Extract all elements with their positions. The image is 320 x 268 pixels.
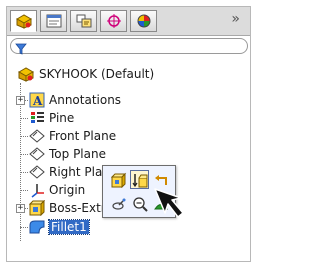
tree-item-material[interactable]: Pine (29, 109, 74, 127)
extrude-icon (29, 200, 45, 216)
tree-connector (20, 172, 28, 173)
tree-item-front-plane[interactable]: Front Plane (29, 127, 116, 145)
plane-icon (29, 147, 45, 161)
tree-item-label: Origin (49, 183, 86, 197)
edit-sketch-button[interactable] (130, 170, 149, 189)
mouse-pointer-icon (154, 188, 184, 218)
origin-icon (31, 184, 44, 198)
tab-propertymanager[interactable] (40, 10, 67, 32)
tree-connector (20, 227, 28, 228)
annotations-icon: A (29, 92, 45, 108)
tree-connector (20, 154, 28, 155)
plane-icon (29, 129, 45, 143)
tab-configurationmanager[interactable] (70, 10, 97, 32)
appearance-icon (111, 197, 126, 210)
tree-item-label: Pine (49, 111, 75, 125)
tab-displaymanager[interactable] (130, 10, 157, 32)
propertymanager-icon (46, 14, 61, 28)
edit-feature-icon (110, 172, 126, 188)
configurationmanager-icon (76, 14, 91, 28)
dimxpertmanager-icon (106, 14, 121, 28)
tree-connector (20, 190, 28, 191)
svg-text:A: A (32, 94, 43, 108)
tree-item-label: Front Plane (49, 129, 117, 143)
more-tabs-button[interactable]: » (231, 11, 240, 27)
filter-icon (15, 40, 27, 59)
tree-item-annotations[interactable]: A Annotations (29, 91, 121, 109)
zoom-to-selection-icon (132, 196, 148, 212)
tab-dimxpertmanager[interactable] (100, 10, 127, 32)
tree-item-fillet[interactable]: Fillet1 (29, 218, 90, 236)
material-icon (31, 112, 44, 123)
featuremanager-icon (15, 14, 32, 29)
tree-item-label: Top Plane (49, 147, 106, 161)
tree-connector (20, 118, 28, 119)
expand-annotations-button[interactable]: + (16, 96, 25, 105)
tree-root-label: SKYHOOK (Default) (39, 67, 155, 81)
zoom-to-selection-button[interactable] (130, 194, 149, 213)
tree-root-part[interactable]: SKYHOOK (Default) (17, 65, 154, 83)
plane-icon (29, 165, 45, 179)
manager-tab-bar: » (7, 7, 250, 36)
fillet-icon (29, 220, 45, 234)
edit-sketch-icon (132, 173, 147, 187)
feature-filter-bar[interactable] (10, 38, 248, 55)
tree-connector (20, 83, 21, 241)
appearance-button[interactable] (109, 194, 128, 213)
tree-item-label: Fillet1 (48, 219, 90, 235)
edit-feature-button[interactable] (109, 170, 128, 189)
expand-boss-extrude-button[interactable]: + (16, 204, 25, 213)
rollback-icon (154, 174, 167, 185)
part-icon (17, 67, 35, 82)
tree-item-label: Annotations (49, 93, 122, 107)
feature-manager-panel: » SKYHOOK (Default) + A Annotations Pine… (6, 6, 251, 262)
tree-connector (20, 136, 28, 137)
tree-item-origin[interactable]: Origin (29, 181, 85, 199)
tab-featuremanager[interactable] (10, 10, 37, 32)
tree-item-top-plane[interactable]: Top Plane (29, 145, 106, 163)
displaymanager-icon (137, 14, 150, 28)
